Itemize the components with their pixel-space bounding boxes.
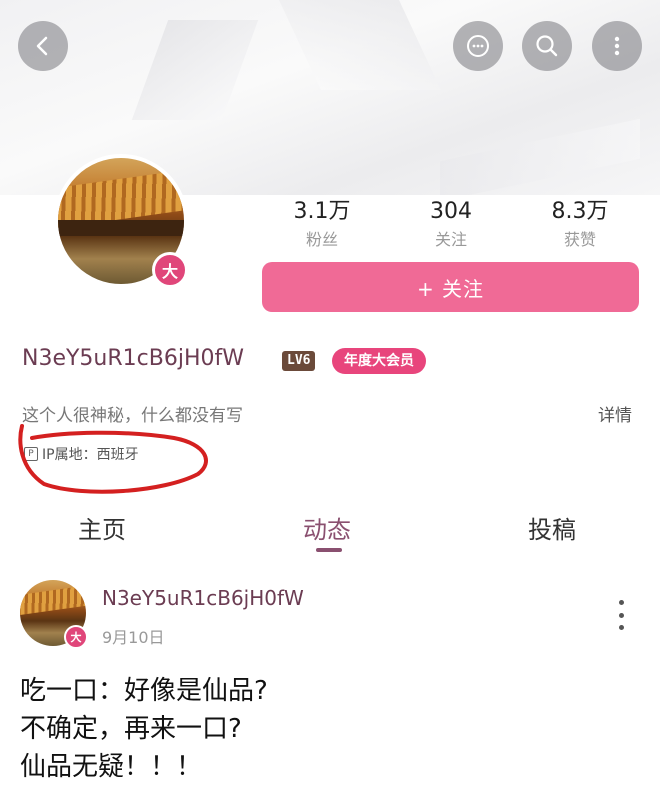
annotation-circle	[18, 424, 208, 494]
stat-label: 粉丝	[305, 230, 338, 249]
tab-posts[interactable]: 投稿	[528, 510, 576, 545]
back-button[interactable]	[18, 21, 68, 71]
stat-fans[interactable]: 3.1万 粉丝	[262, 198, 382, 252]
chat-icon	[467, 35, 489, 57]
active-tab-indicator	[316, 548, 342, 552]
stat-following[interactable]: 304 关注	[391, 198, 511, 252]
post-author-name[interactable]: N3eY5uR1cB6jH0fW	[102, 586, 304, 610]
chat-button[interactable]	[453, 21, 503, 71]
stat-value: 304	[430, 199, 472, 224]
username: N3eY5uR1cB6jH0fW	[22, 346, 244, 371]
stat-label: 获赞	[563, 230, 596, 249]
tab-home[interactable]: 主页	[78, 510, 126, 545]
post-more-icon[interactable]	[614, 600, 628, 630]
vip-badge[interactable]: 年度大会员	[332, 348, 426, 374]
post-line: 仙品无疑！！！	[20, 752, 203, 782]
search-button[interactable]	[522, 21, 572, 71]
stat-value: 3.1万	[293, 199, 351, 224]
more-button[interactable]	[592, 21, 642, 71]
detail-link[interactable]: 详情	[598, 401, 632, 426]
avatar-badge: 大	[152, 252, 188, 288]
follow-button[interactable]: + 关注	[262, 262, 639, 312]
post-content: 吃一口：好像是仙品? 不确定，再来一口? 仙品无疑！！！	[20, 672, 268, 786]
chevron-left-icon	[36, 36, 48, 56]
search-icon	[536, 35, 558, 57]
post-date: 9月10日	[102, 628, 165, 647]
post-line: 不确定，再来一口?	[20, 714, 242, 744]
more-vertical-icon	[614, 36, 620, 56]
stat-value: 8.3万	[551, 199, 609, 224]
stat-label: 关注	[434, 230, 467, 249]
post-avatar-badge: 大	[64, 625, 88, 649]
tab-dynamic[interactable]: 动态	[303, 510, 351, 545]
stat-likes[interactable]: 8.3万 获赞	[520, 198, 640, 252]
post-line: 吃一口：好像是仙品?	[20, 676, 268, 706]
level-badge: LV6	[282, 351, 316, 371]
